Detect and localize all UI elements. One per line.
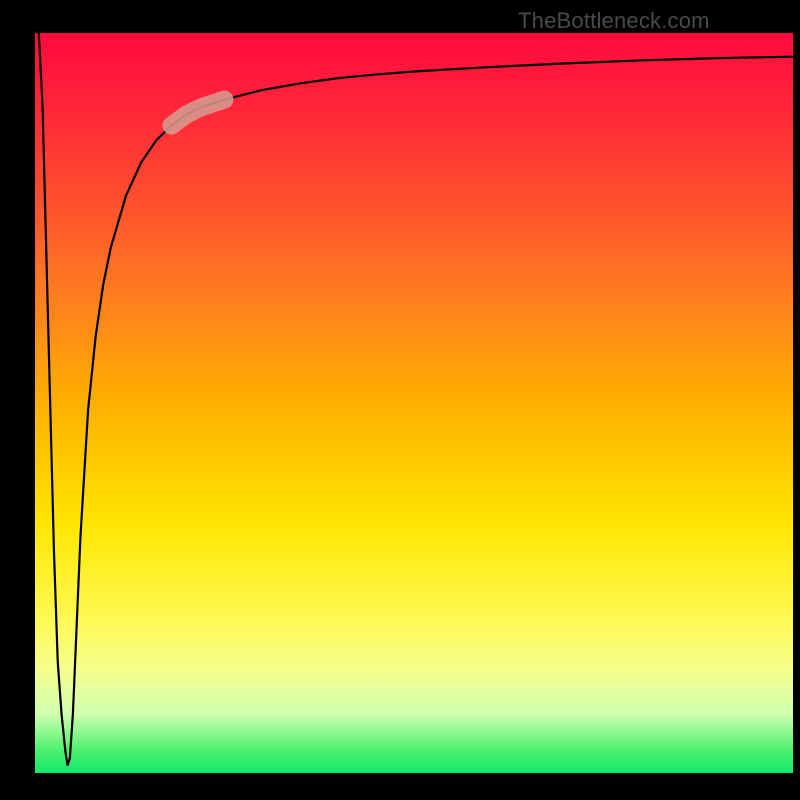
bottleneck-curve [39, 33, 793, 766]
chart-stage: TheBottleneck.com [0, 0, 800, 800]
curve-layer [0, 0, 800, 800]
highlight-segment [171, 100, 224, 126]
